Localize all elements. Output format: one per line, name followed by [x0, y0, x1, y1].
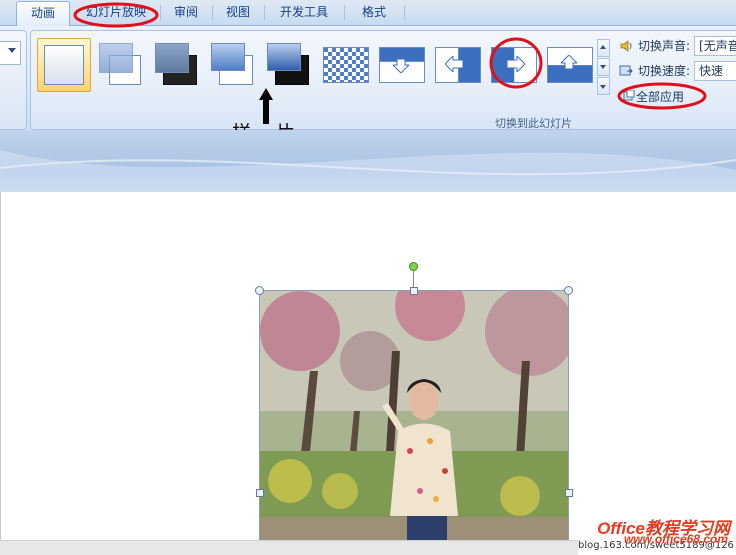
transition-thumb [267, 43, 301, 71]
gallery-more[interactable] [597, 77, 610, 95]
resize-handle-tl[interactable] [255, 286, 264, 295]
tab-view[interactable]: 视图 [216, 1, 260, 24]
transition-wipe-up[interactable] [545, 39, 595, 89]
previous-group-edge [0, 30, 27, 130]
transition-wipe-down[interactable] [377, 39, 427, 89]
left-dropdown[interactable] [0, 41, 21, 65]
highlight-circle [617, 82, 707, 110]
tab-separator [344, 5, 345, 20]
horizontal-scrollbar[interactable] [0, 540, 578, 555]
arrow-left-icon [445, 56, 463, 72]
transition-thumb [323, 47, 369, 83]
transition-none[interactable] [37, 38, 91, 92]
resize-handle-tr[interactable] [564, 286, 573, 295]
speed-icon [619, 65, 633, 76]
resize-handle-ml[interactable] [256, 489, 264, 497]
gallery-scroll [597, 39, 610, 95]
chevron-down-icon [600, 65, 606, 69]
resize-handle-tm[interactable] [410, 287, 418, 295]
slide-pane-header [0, 130, 736, 192]
tab-separator [404, 5, 405, 20]
transition-cut[interactable] [207, 39, 257, 89]
chevron-down-icon [8, 48, 16, 53]
highlight-circle [73, 2, 159, 28]
tab-separator [160, 5, 161, 20]
decorative-wave [0, 150, 736, 192]
transition-thumb [99, 43, 133, 73]
speed-dropdown[interactable]: 快速 [694, 61, 736, 81]
tab-review[interactable]: 审阅 [164, 1, 208, 24]
site-watermark-url: www.office68.com [623, 532, 728, 546]
annotation-arrow-up-icon [259, 88, 273, 124]
tab-animation[interactable]: 动画 [16, 1, 70, 26]
tab-developer[interactable]: 开发工具 [270, 1, 338, 24]
resize-handle-mr[interactable] [565, 489, 573, 497]
transition-cut-black[interactable] [263, 39, 313, 89]
transition-thumb [211, 43, 245, 71]
chevron-up-icon [600, 45, 606, 49]
more-icon [600, 85, 606, 89]
arrow-up-icon [561, 55, 577, 69]
tab-separator [264, 5, 265, 20]
transition-thumb [44, 45, 84, 85]
tab-separator [212, 5, 213, 20]
transition-group: 切换声音: [无声音 切换速度: 快速 全部应用 切换到此幻灯片 [30, 30, 736, 130]
arrow-down-icon [393, 59, 409, 73]
rotate-handle[interactable] [409, 262, 418, 271]
speed-label: 切换速度: [638, 64, 691, 78]
sound-icon [620, 40, 632, 52]
ribbon: 切换声音: [无声音 切换速度: 快速 全部应用 切换到此幻灯片 [0, 26, 736, 130]
transition-fade-black[interactable] [151, 39, 201, 89]
transition-dissolve[interactable] [321, 39, 371, 89]
sound-label: 切换声音: [638, 39, 691, 53]
sound-dropdown[interactable]: [无声音 [694, 36, 736, 56]
transition-fade[interactable] [95, 39, 145, 89]
group-label: 切换到此幻灯片 [495, 117, 572, 130]
transition-wipe-left[interactable] [433, 39, 483, 89]
selection-border [259, 290, 569, 555]
transition-thumb [155, 43, 189, 73]
gallery-scroll-down[interactable] [597, 58, 610, 76]
gallery-scroll-up[interactable] [597, 39, 610, 57]
highlight-circle [489, 37, 543, 89]
tab-format[interactable]: 格式 [350, 1, 398, 24]
